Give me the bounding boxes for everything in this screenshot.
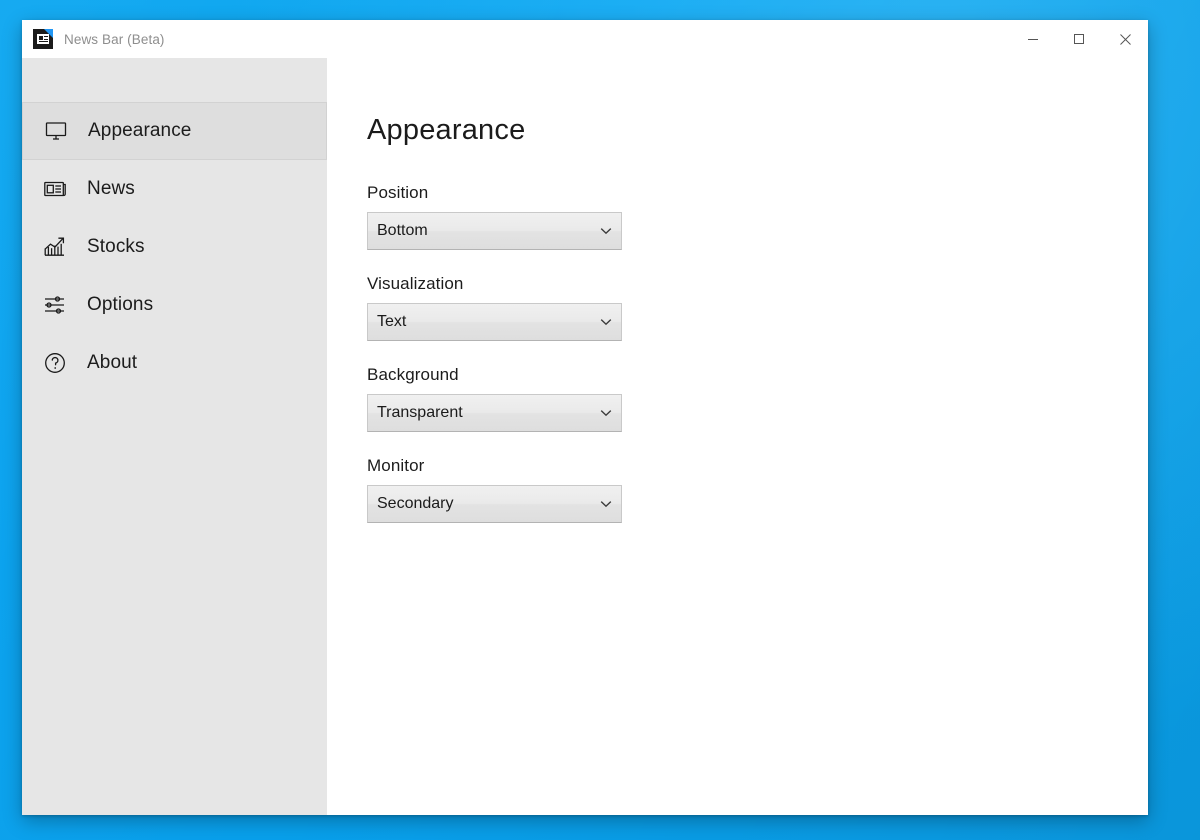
chevron-down-icon <box>591 409 621 417</box>
field-visualization: Visualization Text <box>367 274 1148 341</box>
close-icon[interactable] <box>1102 20 1148 58</box>
sliders-icon <box>40 290 70 320</box>
monitor-dropdown[interactable]: Secondary <box>367 485 622 523</box>
chevron-down-icon <box>591 227 621 235</box>
field-monitor: Monitor Secondary <box>367 456 1148 523</box>
chevron-down-icon <box>591 318 621 326</box>
field-label: Position <box>367 183 429 202</box>
chevron-down-icon <box>591 500 621 508</box>
minimize-icon[interactable] <box>1010 20 1056 58</box>
sidebar-item-appearance[interactable]: Appearance <box>22 102 327 160</box>
visualization-dropdown[interactable]: Text <box>367 303 622 341</box>
sidebar-item-stocks[interactable]: Stocks <box>22 218 327 276</box>
sidebar-nav-list: Appearance News Stocks Options About <box>22 102 327 392</box>
field-label: Background <box>367 365 459 384</box>
dropdown-value: Transparent <box>377 404 463 421</box>
field-position: Position Bottom <box>367 183 1148 250</box>
field-label: Monitor <box>367 456 425 475</box>
sidebar-item-options[interactable]: Options <box>22 276 327 334</box>
background-dropdown[interactable]: Transparent <box>367 394 622 432</box>
sidebar-item-label: Appearance <box>88 120 192 141</box>
window-body: Appearance News Stocks Options About App… <box>22 58 1148 815</box>
window-controls <box>1010 20 1148 58</box>
title-bar: News Bar (Beta) <box>22 20 1148 58</box>
title-bar-left: News Bar (Beta) <box>22 20 1010 58</box>
page-title: Appearance <box>367 114 526 146</box>
sidebar: Appearance News Stocks Options About <box>22 58 327 815</box>
sidebar-item-label: Stocks <box>87 236 145 257</box>
app-window: News Bar (Beta) Appearance News Stocks O… <box>22 20 1148 815</box>
sidebar-item-label: Options <box>87 294 154 315</box>
help-circle-icon <box>40 348 70 378</box>
sidebar-item-label: About <box>87 352 138 373</box>
maximize-icon[interactable] <box>1056 20 1102 58</box>
sidebar-item-label: News <box>87 178 135 199</box>
position-dropdown[interactable]: Bottom <box>367 212 622 250</box>
news-bar-app-icon <box>33 29 53 49</box>
chart-up-icon <box>40 232 70 262</box>
sidebar-item-about[interactable]: About <box>22 334 327 392</box>
field-label: Visualization <box>367 274 464 293</box>
dropdown-value: Bottom <box>377 222 428 239</box>
monitor-icon <box>41 116 71 146</box>
dropdown-value: Text <box>377 313 407 330</box>
dropdown-value: Secondary <box>377 495 454 512</box>
sidebar-item-news[interactable]: News <box>22 160 327 218</box>
newspaper-icon <box>40 174 70 204</box>
window-title: News Bar (Beta) <box>64 31 165 47</box>
field-background: Background Transparent <box>367 365 1148 432</box>
content-pane: Appearance Position Bottom Visualization… <box>327 58 1148 815</box>
sidebar-header <box>22 58 327 102</box>
